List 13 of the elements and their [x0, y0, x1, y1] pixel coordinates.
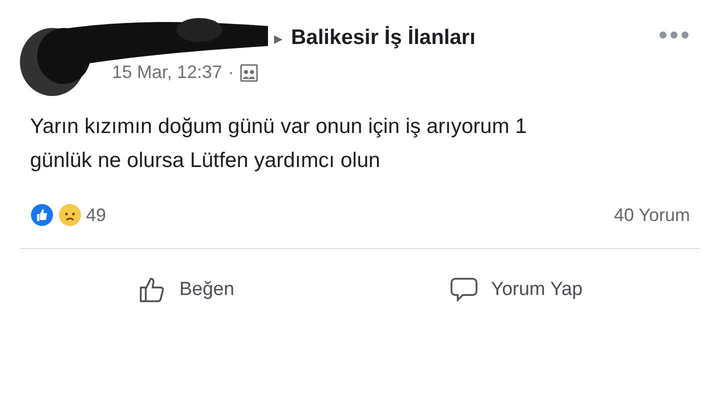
like-reaction-icon — [30, 203, 54, 227]
comment-button[interactable]: Yorum Yap — [441, 271, 591, 309]
group-icon — [240, 64, 258, 82]
comment-count[interactable]: 40 Yorum — [614, 204, 690, 226]
more-options-icon[interactable] — [658, 30, 690, 40]
like-button[interactable]: Beğen — [129, 271, 242, 309]
arrow-separator: ▸ — [274, 28, 283, 48]
dot-separator: · — [228, 62, 234, 83]
sad-reaction-icon — [58, 203, 82, 227]
post-text: Yarın kızımın doğum günü var onun için iş arıyorum 1 günlük ne olursa Lütfen yardımcı olun — [30, 114, 528, 174]
reaction-count[interactable]: 49 — [86, 204, 106, 226]
group-name[interactable]: Balikesir İş İlanları — [291, 26, 476, 50]
post-time[interactable]: 15 Mar, 12:37 — [112, 62, 222, 83]
